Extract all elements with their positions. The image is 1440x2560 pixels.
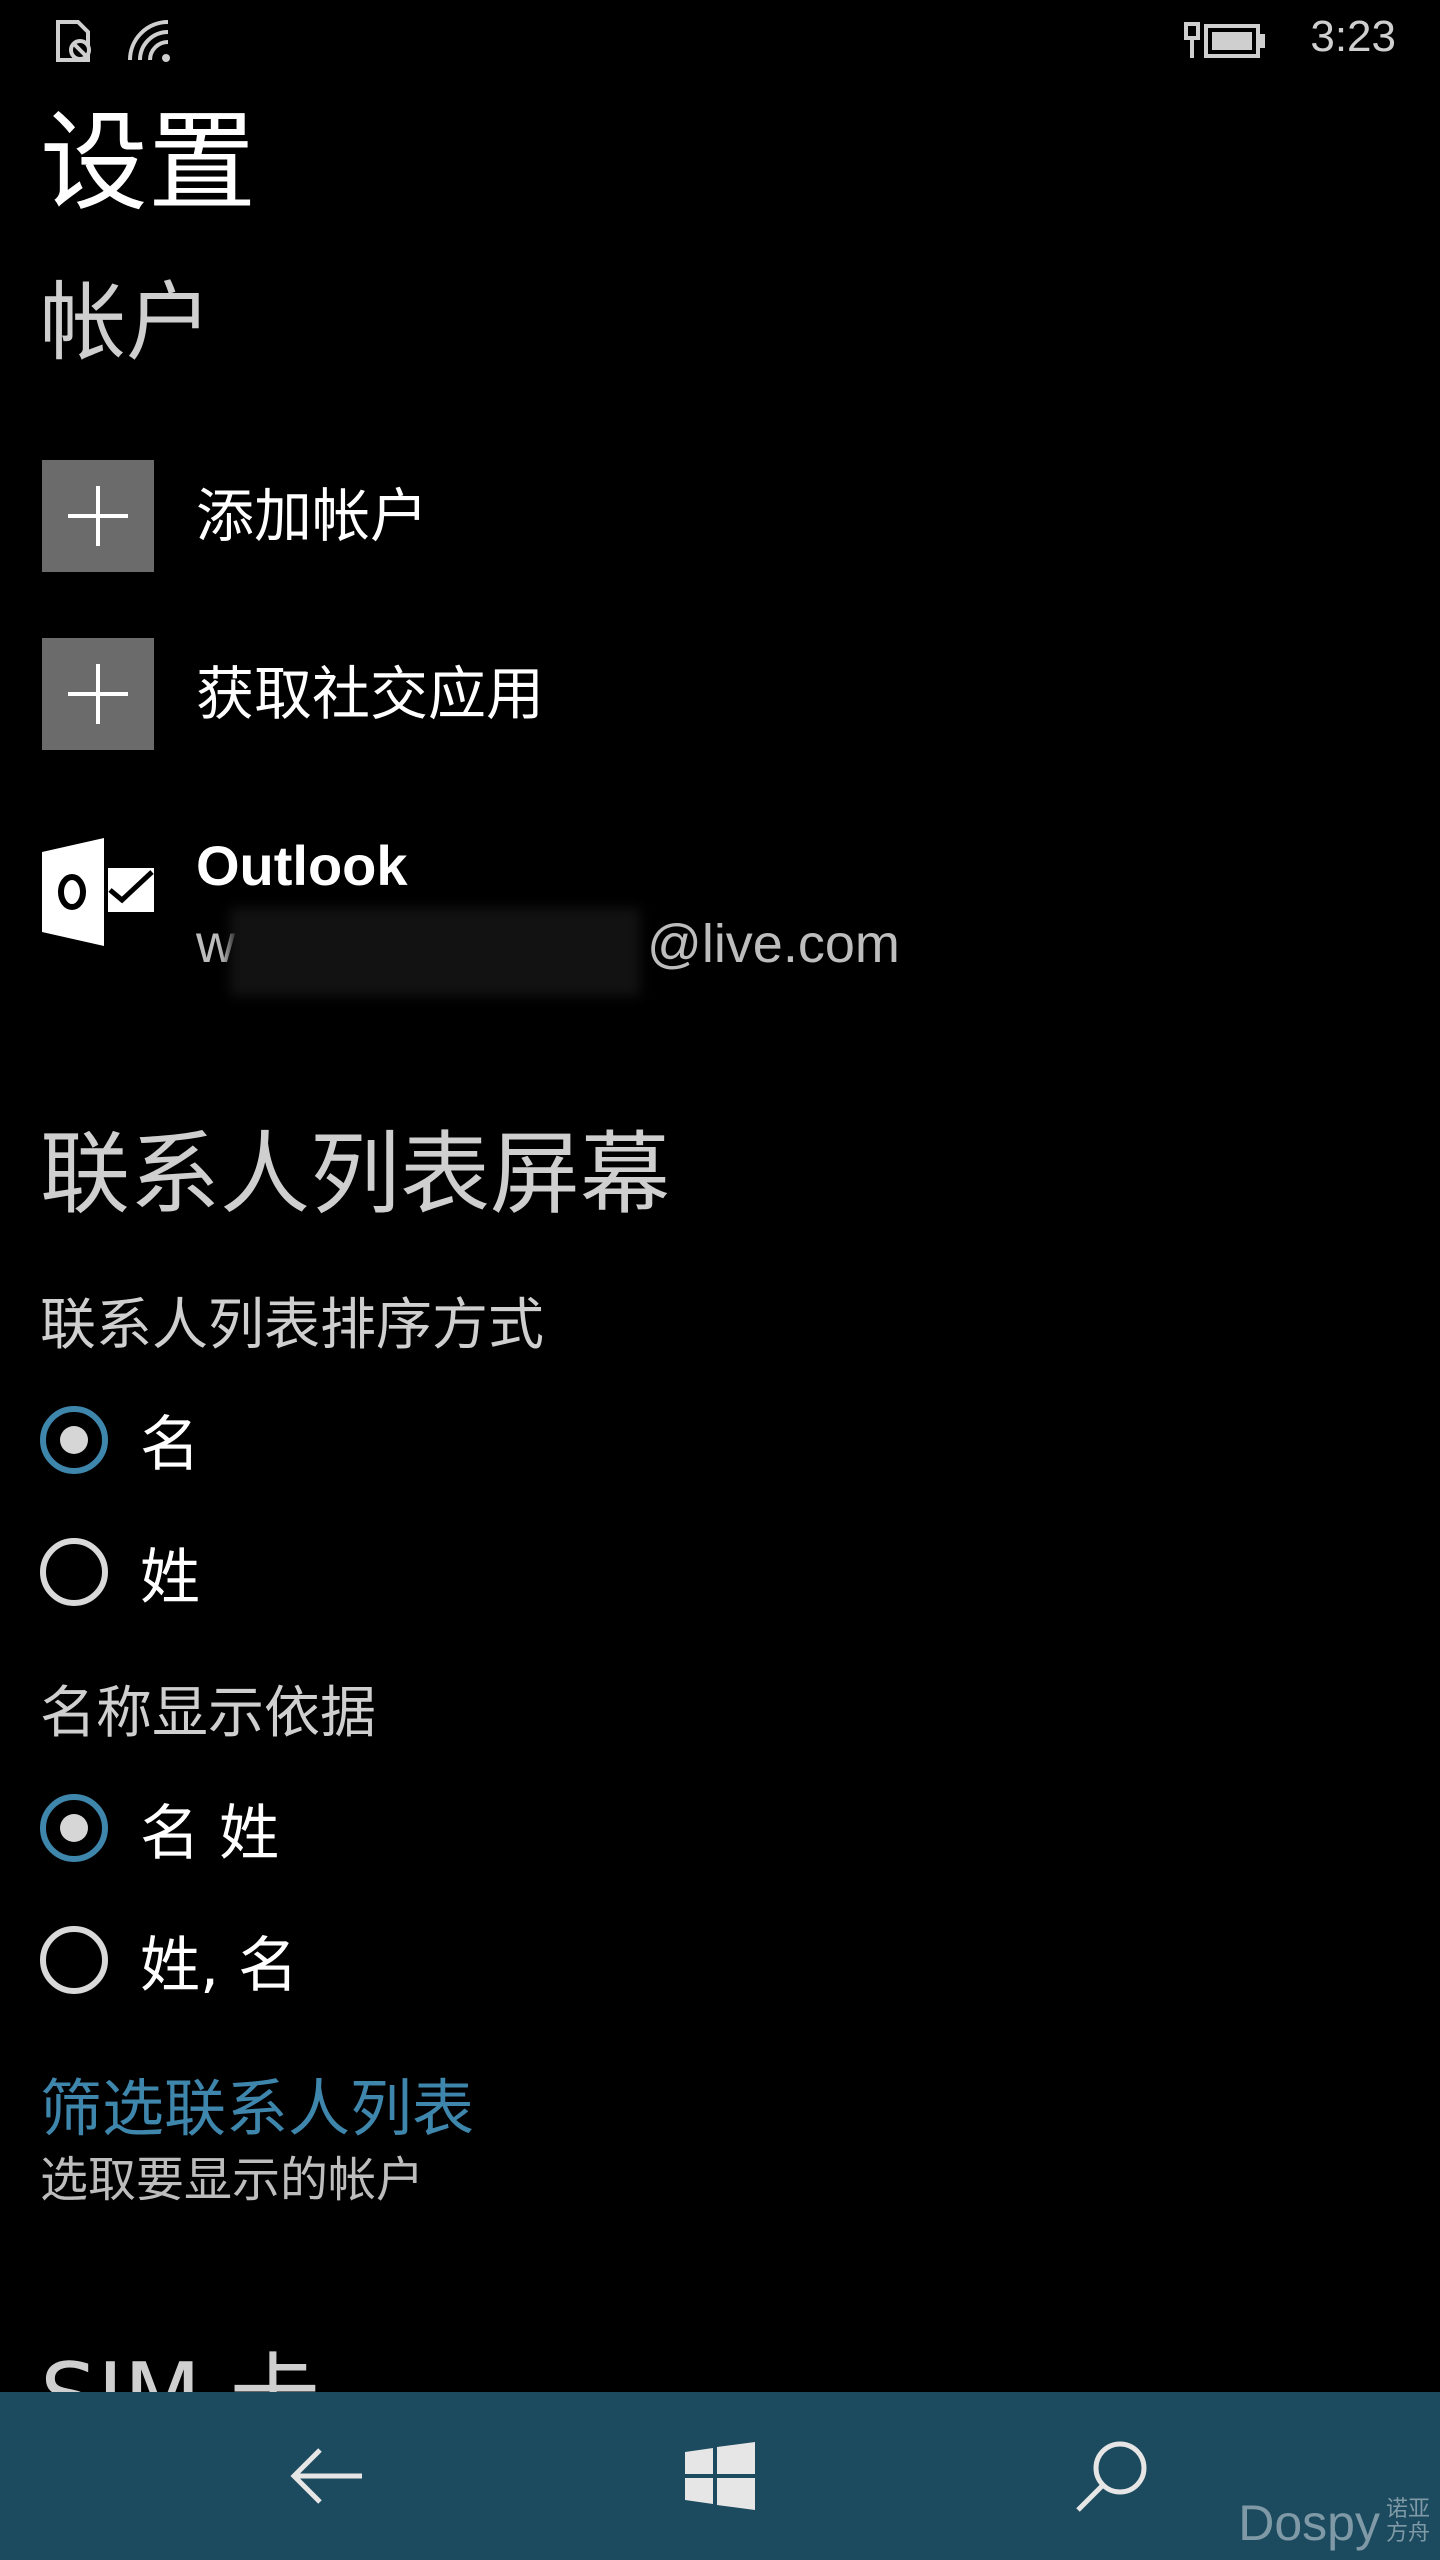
back-arrow-icon bbox=[290, 2448, 362, 2504]
plus-icon bbox=[68, 664, 128, 724]
back-button[interactable] bbox=[248, 2392, 408, 2560]
radio-button[interactable] bbox=[40, 1794, 108, 1862]
outlook-account-name: Outlook bbox=[196, 834, 408, 897]
battery-icon bbox=[1204, 22, 1266, 64]
search-button[interactable] bbox=[1032, 2392, 1192, 2560]
filter-contact-list-description: 选取要显示的帐户 bbox=[40, 2152, 425, 2208]
page-title: 设置 bbox=[40, 101, 257, 226]
radio-button[interactable] bbox=[40, 1926, 108, 1994]
sort-by-label: 联系人列表排序方式 bbox=[40, 1293, 544, 1358]
windows-logo-icon bbox=[685, 2442, 755, 2510]
charging-icon bbox=[1182, 18, 1202, 68]
filter-contact-list-link[interactable]: 筛选联系人列表 bbox=[40, 2078, 474, 2140]
display-by-label: 名称显示依据 bbox=[40, 1681, 376, 1746]
radio-label: 名 bbox=[140, 1410, 200, 1480]
radio-label: 姓 bbox=[140, 1543, 200, 1613]
start-button[interactable] bbox=[640, 2392, 800, 2560]
add-account-tile[interactable] bbox=[42, 460, 154, 572]
status-time: 3:23 bbox=[1310, 12, 1396, 61]
radio-label: 姓, 名 bbox=[140, 1931, 299, 2001]
outlook-logo-icon bbox=[42, 838, 156, 950]
search-icon bbox=[1076, 2441, 1147, 2512]
wifi-signal-icon bbox=[126, 18, 176, 68]
get-social-apps-label: 获取社交应用 bbox=[196, 660, 545, 728]
radio-label: 名 姓 bbox=[140, 1799, 280, 1869]
radio-button[interactable] bbox=[40, 1406, 108, 1474]
watermark-brand: Dospy bbox=[1238, 2495, 1380, 2551]
email-suffix: @live.com bbox=[647, 914, 900, 974]
add-account-label: 添加帐户 bbox=[196, 482, 429, 550]
watermark-sub: 诺亚方舟 bbox=[1386, 2496, 1431, 2546]
contact-list-section-header: 联系人列表屏幕 bbox=[40, 1122, 670, 1227]
sim-card-no-service-icon bbox=[52, 18, 96, 68]
accounts-section-header: 帐户 bbox=[40, 273, 212, 373]
navigation-bar: Dospy 诺亚方舟 bbox=[0, 2392, 1440, 2560]
email-redaction-blur bbox=[230, 908, 640, 996]
get-social-apps-tile[interactable] bbox=[42, 638, 154, 750]
radio-button[interactable] bbox=[40, 1538, 108, 1606]
plus-icon bbox=[68, 486, 128, 546]
